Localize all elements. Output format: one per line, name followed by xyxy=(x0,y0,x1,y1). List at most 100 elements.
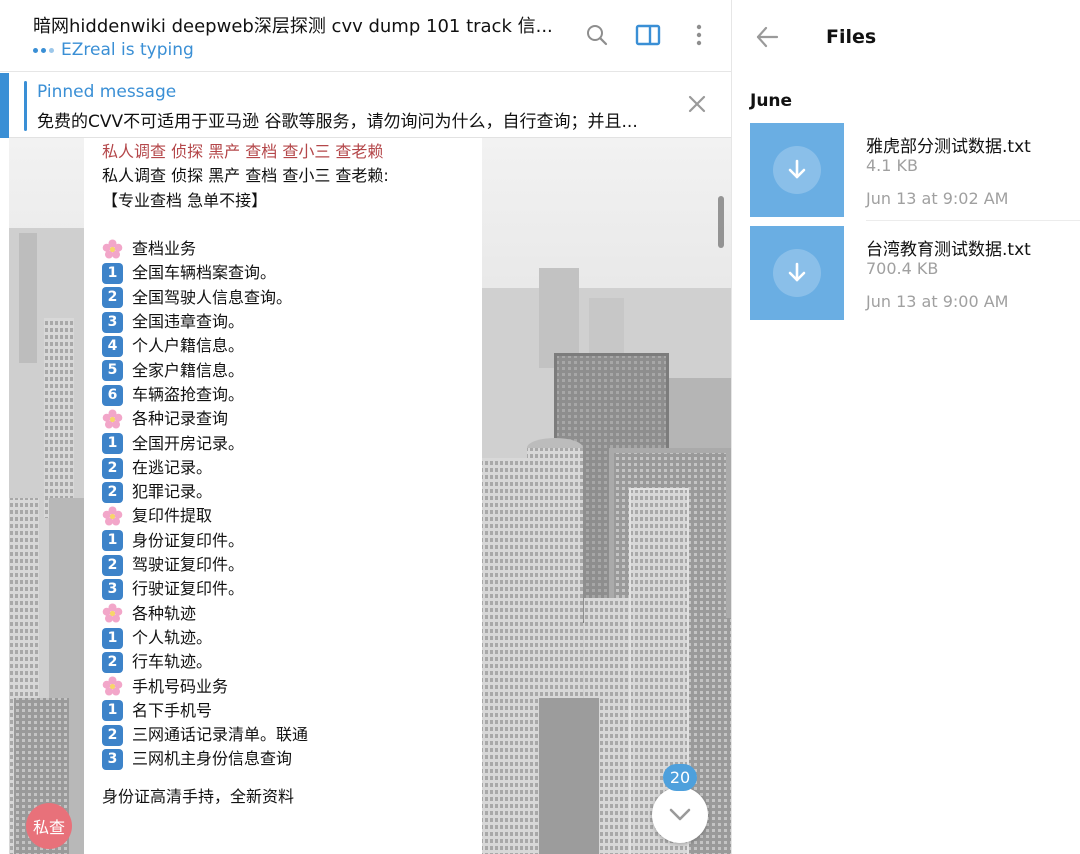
message-line-text: 行驶证复印件。 xyxy=(132,579,245,599)
message-line: 查档业务 xyxy=(102,237,482,261)
file-size: 4.1 KB xyxy=(866,156,918,175)
message-line-text: 手机号码业务 xyxy=(132,676,229,696)
search-icon xyxy=(587,25,608,46)
toggle-sidebar-button[interactable] xyxy=(635,22,661,48)
message-line: 4 个人户籍信息。 xyxy=(102,334,482,358)
message-line: 2 在逃记录。 xyxy=(102,456,482,480)
file-date: Jun 13 at 9:02 AM xyxy=(866,189,1009,208)
message-line-text: 【专业查档 急单不接】 xyxy=(102,190,268,210)
number-key-icon: 1 xyxy=(102,433,123,455)
download-icon xyxy=(788,159,806,179)
pinned-message-bar[interactable]: Pinned message 免费的CVV不可适用于亚马逊 谷歌等服务，请勿询问… xyxy=(0,73,731,138)
number-key-icon: 2 xyxy=(102,724,123,746)
message-line-text: 各种轨迹 xyxy=(132,603,197,623)
message-line: 私人调查 侦探 黑产 查档 查小三 查老赖: xyxy=(102,164,482,188)
chevron-down-icon xyxy=(669,808,691,821)
message-line-text: 身份证复印件。 xyxy=(132,530,245,550)
file-size: 700.4 KB xyxy=(866,259,939,278)
message-line: 各种轨迹 xyxy=(102,602,482,626)
search-button[interactable] xyxy=(584,22,610,48)
message-line-text: 驾驶证复印件。 xyxy=(132,555,245,575)
number-key-icon: 6 xyxy=(102,384,123,406)
cherry-blossom-icon xyxy=(102,239,123,260)
typing-status-text: EZreal is typing xyxy=(61,40,194,60)
chat-scrollbar[interactable] xyxy=(718,196,724,248)
pinned-accent-line xyxy=(24,81,27,131)
divider xyxy=(866,220,1080,221)
unread-count-badge: 20 xyxy=(663,764,697,791)
message-line: 2 全国驾驶人信息查询。 xyxy=(102,286,482,310)
number-key-icon: 3 xyxy=(102,749,123,771)
message-line-text: 个人轨迹。 xyxy=(132,627,213,647)
number-key-icon: 2 xyxy=(102,287,123,309)
typing-status: EZreal is typing xyxy=(33,40,194,60)
number-key-icon: 2 xyxy=(102,457,123,479)
message-line: 3 全国违章查询。 xyxy=(102,310,482,334)
pinned-message-label: Pinned message xyxy=(37,82,177,102)
number-key-icon: 3 xyxy=(102,578,123,600)
file-name: 台湾教育测试数据.txt xyxy=(866,240,1031,260)
message-line-text: 复印件提取 xyxy=(132,506,213,526)
message-line-text: 名下手机号 xyxy=(132,700,213,720)
cherry-blossom-icon xyxy=(102,506,123,527)
message-line: 1 全国车辆档案查询。 xyxy=(102,261,482,285)
file-item[interactable]: 台湾教育测试数据.txt 700.4 KB Jun 13 at 9:00 AM xyxy=(750,226,1080,322)
number-key-icon: 2 xyxy=(102,651,123,673)
message-line: 【专业查档 急单不接】 xyxy=(102,189,482,213)
cherry-blossom-icon xyxy=(102,409,123,430)
back-button[interactable] xyxy=(754,24,780,50)
typing-dots-icon xyxy=(33,47,54,53)
number-key-icon: 2 xyxy=(102,481,123,503)
message-line: 私人调查 侦探 黑产 查档 查小三 查老赖 xyxy=(102,140,482,164)
download-button[interactable] xyxy=(773,146,821,194)
message-line-text: 私人调查 侦探 黑产 查档 查小三 查老赖 xyxy=(102,142,384,161)
message-line-text: 车辆盗抢查询。 xyxy=(132,384,245,404)
file-item[interactable]: 雅虎部分测试数据.txt 4.1 KB Jun 13 at 9:02 AM xyxy=(750,123,1080,221)
file-thumbnail[interactable] xyxy=(750,226,844,320)
number-key-icon: 1 xyxy=(102,700,123,722)
message-line-text: 全国违章查询。 xyxy=(132,312,245,332)
arrow-left-icon xyxy=(756,26,779,48)
avatar-text: 私查 xyxy=(32,818,65,837)
message-line: 1 个人轨迹。 xyxy=(102,626,482,650)
message-line: 2 驾驶证复印件。 xyxy=(102,553,482,577)
pinned-message-text: 免费的CVV不可适用于亚马逊 谷歌等服务，请勿询问为什么，自行查询；并且... xyxy=(37,112,638,132)
message-line-text: 在逃记录。 xyxy=(132,457,213,477)
message-line-text: 个人户籍信息。 xyxy=(132,336,245,356)
message-line-text: 三网通话记录清单。联通 xyxy=(132,725,309,745)
month-section-label: June xyxy=(750,91,793,111)
message-line-text: 全国开房记录。 xyxy=(132,433,245,453)
files-panel: Files June 雅虎部分测试数据.txt 4.1 KB Jun 13 at… xyxy=(731,0,1080,854)
download-button[interactable] xyxy=(773,249,821,297)
message-line: 1 全国开房记录。 xyxy=(102,432,482,456)
message-line-text: 各种记录查询 xyxy=(132,409,229,429)
file-thumbnail[interactable] xyxy=(750,123,844,217)
message-line: 6 车辆盗抢查询。 xyxy=(102,383,482,407)
number-key-icon: 1 xyxy=(102,627,123,649)
message-line-text: 犯罪记录。 xyxy=(132,482,213,502)
unread-count: 20 xyxy=(669,768,691,787)
message-line: 各种记录查询 xyxy=(102,407,482,431)
cherry-blossom-icon xyxy=(102,603,123,624)
message-line: 5 全家户籍信息。 xyxy=(102,359,482,383)
message-line: 1 名下手机号 xyxy=(102,699,482,723)
message-line-text: 私人调查 侦探 黑产 查档 查小三 查老赖: xyxy=(102,166,389,186)
message-line-text: 全家户籍信息。 xyxy=(132,360,245,380)
message-line: 1 身份证复印件。 xyxy=(102,529,482,553)
more-options-button[interactable] xyxy=(686,22,712,48)
more-vertical-icon xyxy=(696,24,702,46)
close-icon xyxy=(688,95,706,113)
chat-title[interactable]: 暗网hiddenwiki deepweb深层探测 cvv dump 101 tr… xyxy=(33,12,563,38)
message-line-text: 查档业务 xyxy=(132,239,197,259)
message-line-text: 行车轨迹。 xyxy=(132,652,213,672)
message-line: 身份证高清手持，全新资料 xyxy=(102,785,482,809)
number-key-icon: 2 xyxy=(102,554,123,576)
unpin-button[interactable] xyxy=(684,91,710,117)
scroll-to-bottom-button[interactable] xyxy=(652,787,708,843)
number-key-icon: 5 xyxy=(102,360,123,382)
message-line-text: 全国驾驶人信息查询。 xyxy=(132,287,293,307)
message-text: 私人调查 侦探 黑产 查档 查小三 查老赖 私人调查 侦探 黑产 查档 查小三 查… xyxy=(102,140,482,809)
sidebar-toggle-icon xyxy=(635,24,661,46)
message-line-text: 三网机主身份信息查询 xyxy=(132,749,293,769)
avatar[interactable]: 私查 xyxy=(26,803,72,849)
